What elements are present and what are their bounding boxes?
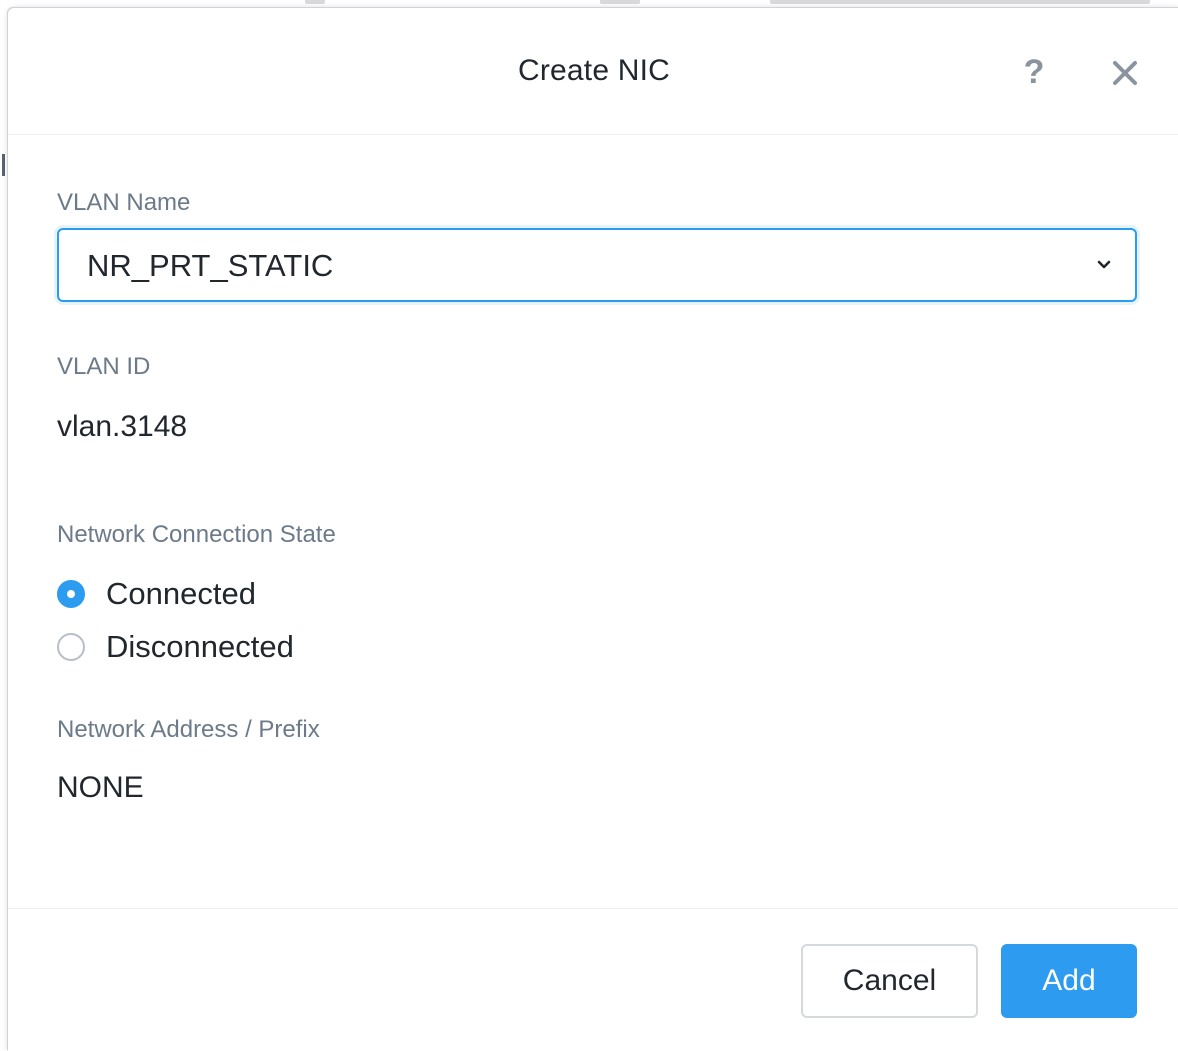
vlan-id-value: vlan.3148	[57, 410, 188, 443]
vlan-name-selected-value: NR_PRT_STATIC	[87, 248, 334, 283]
network-address-value: NONE	[57, 771, 144, 804]
dialog-body: VLAN Name NR_PRT_STATIC VLAN ID vlan.314…	[8, 135, 1178, 908]
add-button[interactable]: Add	[1001, 944, 1137, 1018]
dialog-title: Create NIC	[517, 54, 671, 87]
vlan-name-label: VLAN Name	[57, 189, 191, 216]
create-nic-dialog: Create NIC ? VLAN Name NR_PRT_STATIC VLA…	[8, 8, 1178, 1051]
close-icon[interactable]	[1110, 58, 1140, 88]
dialog-header: Create NIC ?	[8, 8, 1178, 135]
cancel-button[interactable]: Cancel	[801, 944, 978, 1018]
radio-disconnected-label: Disconnected	[106, 629, 294, 664]
chevron-down-icon	[1095, 256, 1113, 274]
help-icon[interactable]: ?	[1016, 52, 1052, 92]
vlan-id-label: VLAN ID	[57, 353, 151, 380]
background-page-strip	[0, 0, 1178, 8]
background-page-edge	[0, 8, 8, 1051]
vlan-name-select[interactable]: NR_PRT_STATIC	[57, 228, 1137, 302]
radio-connected-label: Connected	[106, 576, 256, 611]
connection-state-label: Network Connection State	[57, 521, 336, 548]
dialog-footer: Cancel Add	[8, 908, 1178, 1051]
radio-disconnected-indicator[interactable]	[57, 633, 85, 661]
network-address-label: Network Address / Prefix	[57, 716, 320, 743]
radio-connected-indicator[interactable]	[57, 580, 85, 608]
